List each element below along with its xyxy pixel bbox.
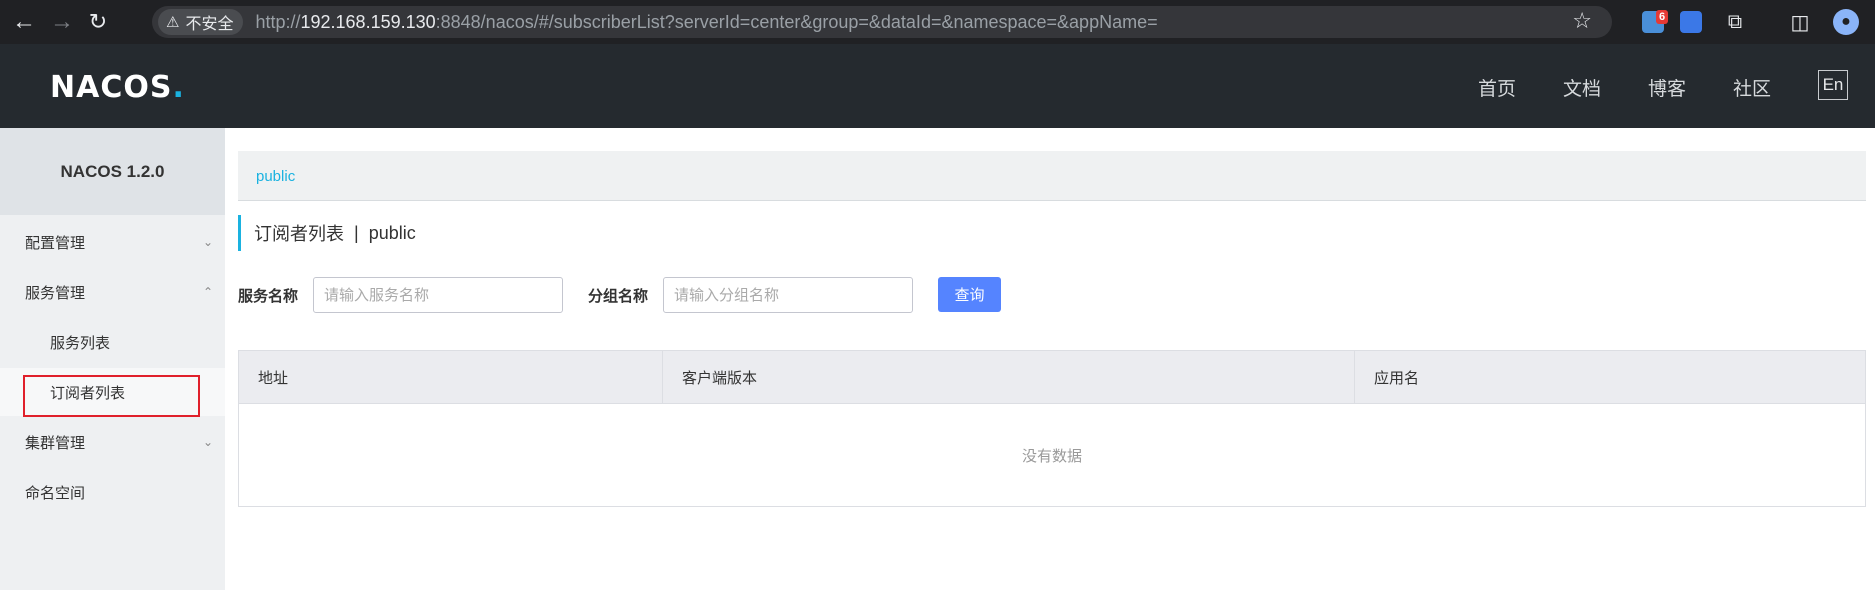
url-host: 192.168.159.130 xyxy=(300,11,436,32)
nacos-logo[interactable]: NACOS. xyxy=(50,70,185,105)
column-app-name: 应用名 xyxy=(1374,370,1420,387)
warning-icon: ⚠ xyxy=(166,14,180,31)
nav-home[interactable]: 首页 xyxy=(1478,74,1516,101)
logo-dot: . xyxy=(172,70,185,105)
sidebar-item-namespace[interactable]: 命名空间 xyxy=(0,468,225,516)
chevron-up-icon: ⌃ xyxy=(202,285,213,299)
nav-docs[interactable]: 文档 xyxy=(1563,74,1601,101)
extensions-puzzle-icon[interactable]: ⧉ xyxy=(1718,0,1752,44)
sidebar-item-service[interactable]: 服务管理 ⌃ xyxy=(0,268,225,316)
forward-icon[interactable]: → xyxy=(44,0,80,44)
sidebar-item-config[interactable]: 配置管理 ⌄ xyxy=(0,218,225,266)
sidebar-item-service-list[interactable]: 服务列表 xyxy=(0,318,225,366)
subscriber-table: 地址 客户端版本 应用名 没有数据 xyxy=(238,350,1866,507)
extension-badge: 6 xyxy=(1656,10,1669,24)
table-header: 地址 客户端版本 应用名 xyxy=(239,351,1865,404)
translate-icon[interactable] xyxy=(1674,0,1708,44)
service-name-label: 服务名称 xyxy=(238,288,299,305)
namespace-bar: public xyxy=(238,151,1866,201)
nav-community[interactable]: 社区 xyxy=(1733,74,1771,101)
url-text[interactable]: http://192.168.159.130:8848/nacos/#/subs… xyxy=(255,12,1157,33)
page-title-text: 订阅者列表 xyxy=(254,224,344,244)
page-title: 订阅者列表 | public xyxy=(238,215,416,251)
column-address: 地址 xyxy=(239,351,663,404)
url-protocol: http:// xyxy=(255,11,301,32)
sidebar-item-label: 配置管理 xyxy=(25,234,86,252)
sidebar-item-label: 命名空间 xyxy=(25,484,86,502)
group-name-input[interactable] xyxy=(663,277,913,313)
browser-toolbar: ← → ↻ ⚠ 不安全 http://192.168.159.130:8848/… xyxy=(0,0,1875,44)
table-empty-text: 没有数据 xyxy=(1021,447,1082,465)
address-bar[interactable]: ⚠ 不安全 http://192.168.159.130:8848/nacos/… xyxy=(152,6,1612,38)
nav-blog[interactable]: 博客 xyxy=(1648,74,1686,101)
reload-icon[interactable]: ↻ xyxy=(80,0,116,44)
namespace-link-public[interactable]: public xyxy=(256,168,295,185)
extension-icon[interactable]: 6 xyxy=(1636,0,1670,44)
logo-text: NACOS xyxy=(50,70,173,105)
translate-icon-graphic xyxy=(1680,11,1702,33)
side-panel-icon[interactable]: ◫ xyxy=(1783,0,1817,44)
group-name-label: 分组名称 xyxy=(588,288,649,305)
profile-icon: ● xyxy=(1833,9,1859,35)
sidebar-item-label: 集群管理 xyxy=(25,434,86,452)
service-name-input[interactable] xyxy=(313,277,563,313)
title-separator: | xyxy=(354,222,359,243)
chevron-down-icon: ⌄ xyxy=(202,235,213,249)
app-header: NACOS. 首页 文档 博客 社区 En xyxy=(0,44,1875,128)
back-icon[interactable]: ← xyxy=(6,0,42,44)
sidebar-title: NACOS 1.2.0 xyxy=(0,128,225,215)
page-title-namespace: public xyxy=(368,222,416,243)
sidebar-item-label: 服务列表 xyxy=(50,334,111,352)
security-label: 不安全 xyxy=(185,16,234,33)
language-switch-button[interactable]: En xyxy=(1818,70,1848,100)
url-path: :8848/nacos/#/subscriberList?serverId=ce… xyxy=(435,11,1158,32)
security-chip[interactable]: ⚠ 不安全 xyxy=(158,9,244,35)
query-button[interactable]: 查询 xyxy=(938,277,1001,312)
profile-avatar[interactable]: ● xyxy=(1829,0,1863,44)
selection-highlight-box xyxy=(23,375,200,417)
chevron-down-icon: ⌄ xyxy=(202,435,213,449)
column-client-version: 客户端版本 xyxy=(663,351,1355,404)
bookmark-star-icon[interactable]: ☆ xyxy=(1572,8,1592,34)
sidebar: NACOS 1.2.0 配置管理 ⌄ 服务管理 ⌃ 服务列表 订阅者列表 集群管… xyxy=(0,128,225,590)
sidebar-item-cluster[interactable]: 集群管理 ⌄ xyxy=(0,418,225,466)
sidebar-item-label: 服务管理 xyxy=(25,284,86,302)
